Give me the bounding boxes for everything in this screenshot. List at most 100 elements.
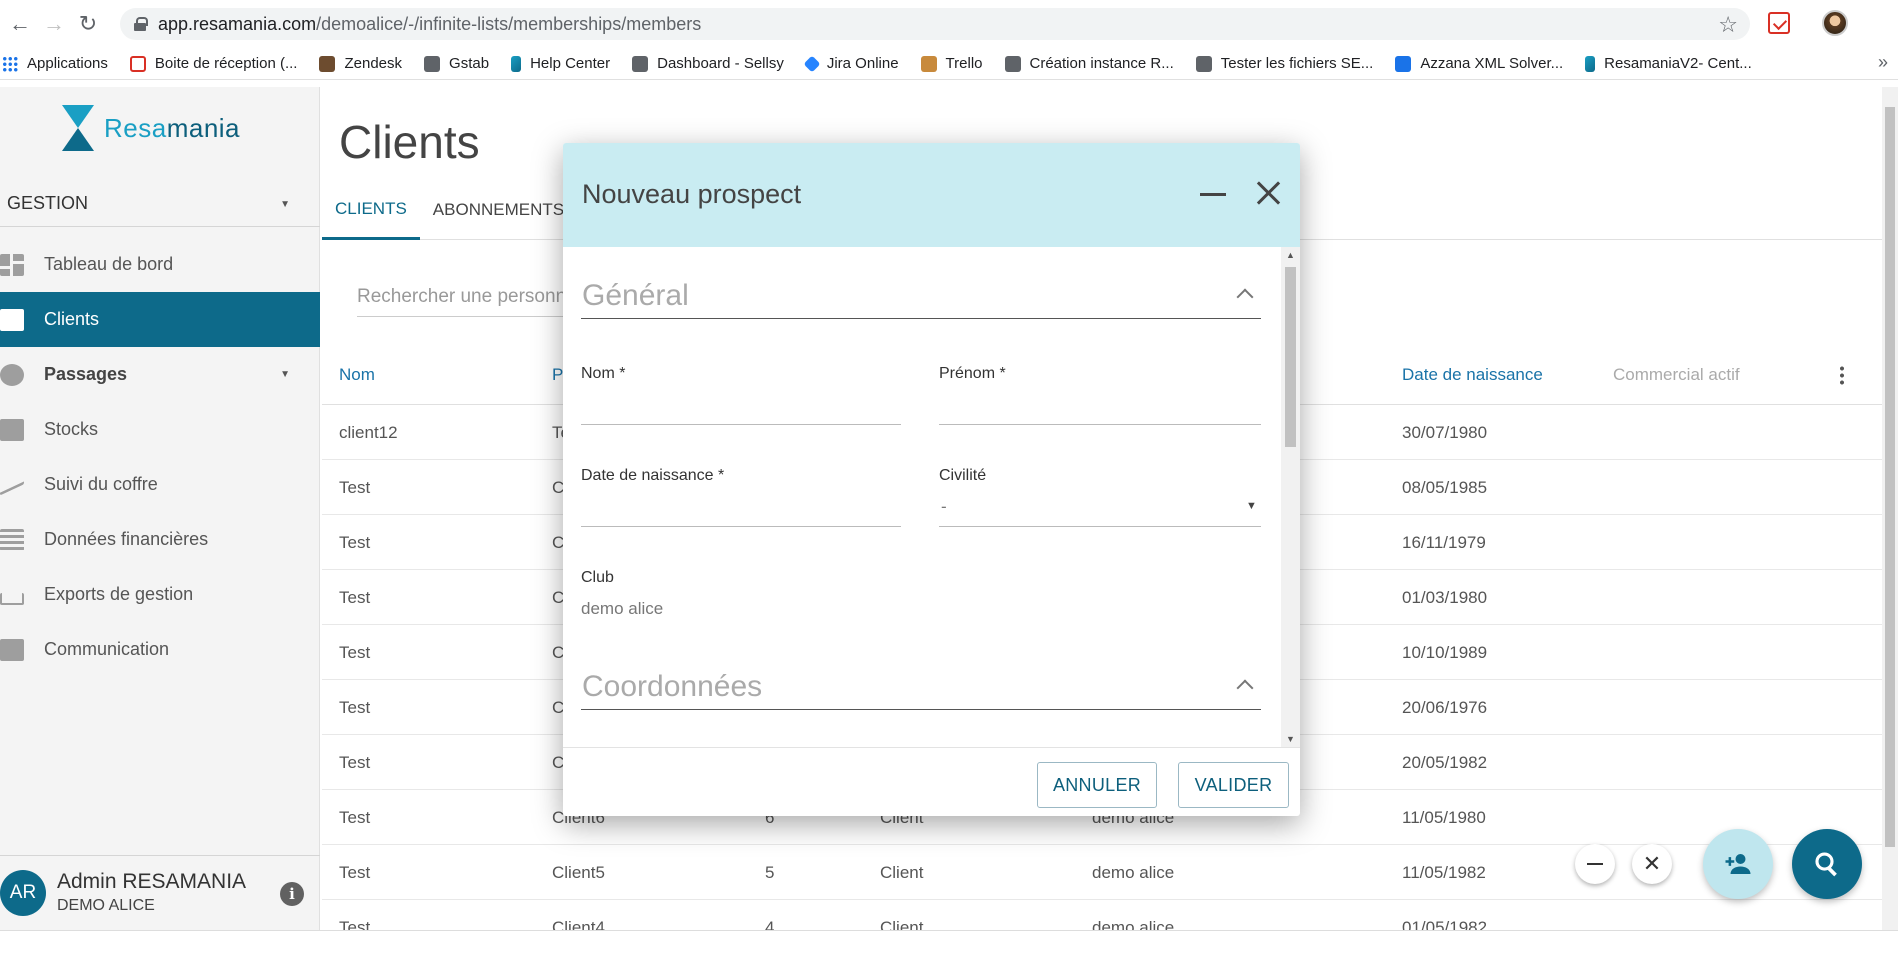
resamania-icon [511,55,522,72]
club-label: Club [581,569,614,586]
dashboard-icon [0,253,24,276]
sidebar-item-exports-de-gestion[interactable]: Exports de gestion [0,567,320,622]
validate-button[interactable]: VALIDER [1178,762,1289,808]
prenom-label: Prénom * [939,365,1006,382]
tab-clients[interactable]: CLIENTS [322,180,420,240]
dialog-title: Nouveau prospect [582,179,802,209]
sidebar-item-communication[interactable]: Communication [0,622,320,677]
bookmarks-bar: Applications Boite de réception (... Zen… [0,48,1898,80]
resamania-logo-icon [62,105,94,151]
info-icon[interactable]: i [280,882,304,906]
list-icon [0,528,24,551]
chevron-up-icon [1236,288,1254,306]
section-coordonnees[interactable]: Coordonnées [581,662,1261,710]
close-icon[interactable] [1253,177,1283,207]
contact-card-icon [0,308,24,331]
cancel-button[interactable]: ANNULER [1037,762,1157,808]
bookmark-gmail[interactable]: Boite de réception (... [129,55,297,72]
url-path: /demoalice/-/infinite-lists/memberships/… [316,13,702,34]
trending-icon [0,473,24,496]
minimize-fab[interactable] [1575,844,1615,884]
user-name: Admin RESAMANIA [57,870,247,893]
sidebar-item-clients[interactable]: Clients [0,292,320,347]
column-header-nom[interactable]: Nom [339,365,375,385]
profile-avatar[interactable] [1822,10,1848,36]
globe-icon [1004,55,1021,72]
column-header-prenom[interactable]: P [552,365,563,385]
lock-icon [134,17,148,31]
resamania-icon [1585,55,1596,72]
column-header-commercial-actif[interactable]: Commercial actif [1613,365,1740,385]
chevron-up-icon [1236,679,1254,697]
bookmark-resamaniav2[interactable]: ResamaniaV2- Cent... [1585,55,1752,72]
bookmark-gstab[interactable]: Gstab [424,55,489,72]
passages-icon [0,363,24,386]
minimize-icon[interactable] [1200,193,1226,196]
close-icon: ✕ [1642,851,1662,876]
sidebar-menu: Tableau de bord Clients Passages ▼ Stocks… [0,237,320,677]
reload-icon[interactable]: ↻ [74,10,102,38]
bookmark-star-icon[interactable]: ☆ [1718,12,1738,38]
sidebar-item-donnees-financieres[interactable]: Données financières [0,512,320,567]
scrollbar-thumb[interactable] [1285,267,1296,447]
dob-field[interactable] [581,526,901,527]
logo-text: Resamania [104,112,241,143]
column-header-date-naissance[interactable]: Date de naissance [1402,365,1543,385]
chevron-down-icon: ▼ [280,199,290,210]
prenom-field[interactable] [939,424,1261,425]
dob-label: Date de naissance * [581,467,725,484]
civilite-select[interactable] [939,526,1261,527]
sidebar-item-stocks[interactable]: Stocks [0,402,320,457]
bookmark-creation-instance[interactable]: Création instance R... [1004,55,1174,72]
scroll-down-icon[interactable]: ▼ [1286,734,1295,744]
bookmark-apps[interactable]: Applications [2,55,108,72]
bookmark-help-center[interactable]: Help Center [511,55,610,72]
globe-icon [424,55,441,72]
bookmarks-overflow-icon[interactable]: » [1878,52,1888,73]
scroll-up-icon[interactable]: ▲ [1286,250,1295,260]
add-person-button[interactable] [1703,829,1773,899]
minus-icon [1587,863,1603,865]
back-icon[interactable]: ← [6,10,34,38]
bookmark-tester-fichiers[interactable]: Tester les fichiers SE... [1195,55,1373,72]
download-icon [0,592,24,605]
more-vertical-icon[interactable] [1840,365,1844,385]
resamania-logo[interactable]: Resamania [62,105,240,151]
dialog-header: Nouveau prospect [563,143,1300,247]
stock-icon [0,418,24,441]
section-selector[interactable]: GESTION ▼ [0,181,320,227]
nom-label: Nom * [581,365,626,382]
civilite-select-value[interactable]: - [941,497,947,517]
new-prospect-dialog: Nouveau prospect Général Nom * Prénom * … [563,143,1300,816]
sidebar-item-passages[interactable]: Passages ▼ [0,347,320,402]
search-button[interactable] [1792,829,1862,899]
avatar[interactable]: AR [0,870,46,916]
nom-field[interactable] [581,424,901,425]
bookmark-zendesk[interactable]: Zendesk [319,55,402,72]
close-fab[interactable]: ✕ [1632,844,1672,884]
bookmark-azzana[interactable]: Azzana XML Solver... [1395,55,1563,72]
person-add-icon [1725,854,1751,874]
sidebar-item-tableau-de-bord[interactable]: Tableau de bord [0,237,320,292]
contact-mail-icon [0,638,24,661]
dialog-scrollbar[interactable]: ▲ ▼ [1281,247,1300,747]
page-scrollbar[interactable] [1882,87,1898,930]
address-bar[interactable]: app.resamania.com/demoalice/-/infinite-l… [120,8,1750,40]
forward-icon[interactable]: → [40,10,68,38]
calendar-extension-icon[interactable] [1768,12,1790,34]
bookmark-trello[interactable]: Trello [920,55,983,72]
page-title: Clients [339,116,480,168]
user-org: DEMO ALICE [57,897,155,914]
search-icon [1815,852,1837,877]
section-general[interactable]: Général [581,271,1261,319]
bookmark-sellsy[interactable]: Dashboard - Sellsy [632,55,784,72]
civilite-label: Civilité [939,467,987,484]
sidebar: Resamania GESTION ▼ Tableau de bord Clie… [0,87,320,955]
club-value: demo alice [581,599,664,618]
dialog-body: Général Nom * Prénom * Date de naissance… [563,247,1300,747]
sidebar-item-suivi-du-coffre[interactable]: Suivi du coffre [0,457,320,512]
tab-abonnements[interactable]: ABONNEMENTS [420,180,577,240]
azzana-icon [1395,55,1412,72]
bookmark-jira[interactable]: Jira Online [803,55,899,72]
scrollbar-thumb[interactable] [1885,107,1895,847]
